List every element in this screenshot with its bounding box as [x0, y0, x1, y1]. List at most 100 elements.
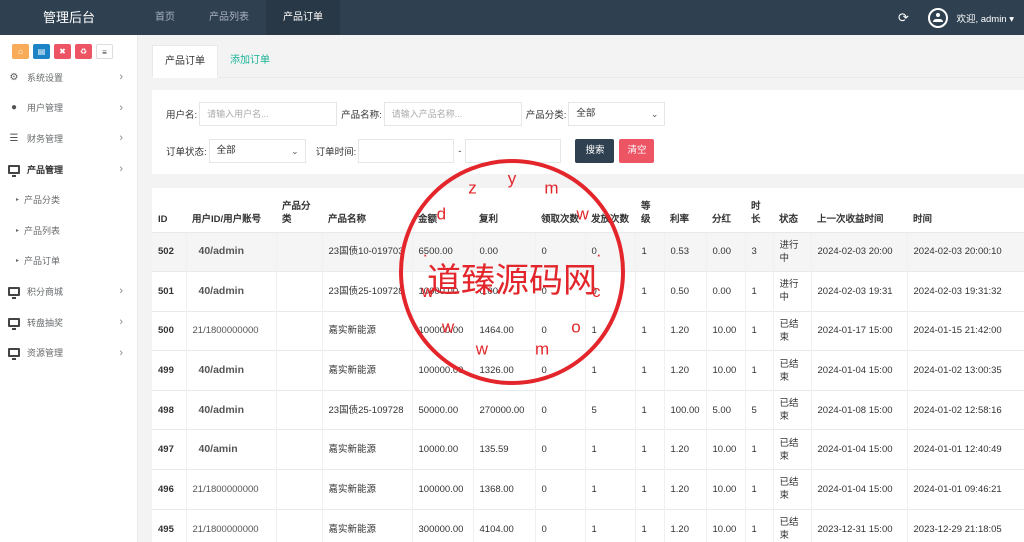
table-header-row: ID 用户ID/用户账号 产品分类 产品名称 金额 复利 领取次数 发放次数 等级 利率 分红 时长状…	[152, 188, 1024, 233]
sidebar-menu: ⚙ 系统设置 › ● 用户管理 › ☰ 财务管理 › 产品管理 › ▸ 产品分类…	[0, 62, 137, 368]
table-cell: 5	[585, 389, 636, 430]
table-row[interactable]: 502 40/admin 23国债10-019703 6500.00 0.00 0 0 1 0.…	[152, 231, 1024, 272]
table-cell: 21/1800000000	[186, 310, 277, 351]
column-header: 领取次数	[535, 188, 585, 233]
table-cell: 5	[745, 389, 774, 430]
category-select[interactable]: 全部 ⌄	[568, 102, 666, 126]
table-cell: 0.50	[664, 271, 707, 312]
table-row[interactable]: 498 40/admin 23国债25-109728 50000.00 270000.0…	[152, 389, 1024, 430]
table-cell: 1	[635, 271, 665, 312]
product-name-label: 产品名称:	[341, 110, 382, 121]
sidebar-item-resources[interactable]: 资源管理 ›	[0, 337, 137, 368]
table-cell	[276, 231, 323, 272]
table-cell: 270000.00	[473, 389, 536, 430]
database-icon: ☰	[9, 132, 19, 144]
clear-button[interactable]: 清空	[619, 139, 655, 163]
orders-table: ID 用户ID/用户账号 产品分类 产品名称 金额 复利 领取次数 发放次数 等级 利率 分红 时长状…	[152, 188, 1024, 542]
table-cell: 嘉实新能源	[322, 429, 413, 470]
table-cell: 1	[585, 429, 636, 470]
bullet-icon: ▸	[16, 197, 20, 204]
table-cell: 40/admin	[186, 271, 277, 312]
table-cell: 0	[535, 231, 586, 272]
username-input[interactable]: 请输入用户名...	[199, 102, 338, 126]
refresh-icon[interactable]: ⟳	[892, 10, 914, 26]
tab-add-order[interactable]: 添加订单	[218, 45, 282, 78]
column-header: ID	[152, 188, 186, 233]
sidebar-item-label: 产品订单	[24, 256, 61, 267]
nav-product-list[interactable]: 产品列表	[192, 0, 266, 35]
table-cell: 6500.00	[412, 231, 474, 272]
category-value: 全部	[576, 108, 596, 119]
table-cell: 进行中	[773, 231, 812, 272]
top-nav: 首页 产品列表 产品订单	[138, 0, 340, 35]
table-cell: 嘉实新能源	[322, 469, 413, 510]
recycle-icon[interactable]: ♻	[75, 43, 92, 59]
file-icon[interactable]: ▤	[33, 43, 50, 59]
sidebar-item-system-settings[interactable]: ⚙ 系统设置 ›	[0, 62, 137, 93]
tab-product-orders[interactable]: 产品订单	[152, 45, 218, 78]
table-cell: 1.20	[664, 350, 707, 391]
bullet-icon: ▸	[16, 227, 20, 234]
table-cell: 498	[152, 389, 187, 430]
table-row[interactable]: 495 21/1800000000 嘉实新能源 300000.00 4104.00 0 1 1…	[152, 508, 1024, 542]
user-icon: ●	[10, 102, 18, 114]
sidebar-item-label: 转盘抽奖	[27, 317, 64, 328]
sidebar-item-lucky-wheel[interactable]: 转盘抽奖 ›	[0, 307, 137, 338]
sidebar-item-product-orders[interactable]: ▸ 产品订单	[0, 246, 137, 277]
order-time-end-input[interactable]	[465, 139, 562, 163]
user-menu[interactable]: 欢迎, admin ▾	[956, 11, 1014, 25]
table-cell: 2023-12-31 15:00	[811, 508, 908, 542]
table-cell: 1.20	[664, 310, 707, 351]
table-row[interactable]: 500 21/1800000000 嘉实新能源 100000.00 1464.00 0 1 1…	[152, 310, 1024, 351]
bullet-icon: ▸	[16, 258, 20, 265]
table-cell: 2023-12-29 21:18:05	[907, 508, 1024, 542]
avatar[interactable]	[928, 7, 949, 28]
table-cell: 0	[535, 429, 586, 470]
table-cell: 2024-01-01 12:40:49	[907, 429, 1024, 470]
table-cell: 499	[152, 350, 187, 391]
order-status-select[interactable]: 全部 ⌄	[208, 139, 306, 163]
table-cell: 496	[152, 469, 187, 510]
sidebar-item-product-list[interactable]: ▸ 产品列表	[0, 215, 137, 246]
table-cell: 0	[535, 310, 586, 351]
table-row[interactable]: 497 40/amin 嘉实新能源 10000.00 135.59 0 1 1 1.20 10.0…	[152, 429, 1024, 470]
table-cell: 1	[585, 350, 636, 391]
sidebar-item-finance[interactable]: ☰ 财务管理 ›	[0, 123, 137, 154]
table-cell: 1	[585, 469, 636, 510]
list-icon[interactable]: ≡	[96, 43, 113, 59]
sidebar-item-product-category[interactable]: ▸ 产品分类	[0, 184, 137, 215]
table-cell: 2024-01-02 12:58:16	[907, 389, 1024, 430]
table-row[interactable]: 501 40/admin 23国债25-109728 10000.00 0.00 0 0 1 0…	[152, 271, 1024, 312]
table-cell: 0.00	[473, 271, 536, 312]
table-cell: 502	[152, 231, 187, 272]
product-name-input[interactable]: 请输入产品名称...	[383, 102, 522, 126]
column-header: 金额	[412, 188, 473, 233]
table-row[interactable]: 499 40/admin 嘉实新能源 100000.00 1326.00 0 1 1 1.20 1…	[152, 350, 1024, 391]
sidebar-item-points-mall[interactable]: 积分商城 ›	[0, 276, 137, 307]
orders-table-panel: ID 用户ID/用户账号 产品分类 产品名称 金额 复利 领取次数 发放次数 等级 利率 分红 时长状…	[152, 188, 1024, 542]
table-cell: 135.59	[473, 429, 536, 470]
nav-product-orders[interactable]: 产品订单	[266, 0, 340, 35]
trash-icon[interactable]: ✖	[54, 43, 71, 59]
table-cell: 501	[152, 271, 187, 312]
nav-home[interactable]: 首页	[138, 0, 192, 35]
table-cell: 3	[745, 231, 774, 272]
table-cell: 1	[635, 389, 665, 430]
column-header: 时间	[907, 188, 1024, 233]
monitor-icon	[8, 348, 20, 361]
table-row[interactable]: 496 21/1800000000 嘉实新能源 100000.00 1368.00 0 1 1…	[152, 469, 1024, 510]
home-icon[interactable]: ⌂	[12, 43, 29, 59]
order-time-start-input[interactable]	[358, 139, 455, 163]
table-cell: 2024-01-17 15:00	[811, 310, 908, 351]
search-button[interactable]: 搜索	[575, 139, 615, 163]
chevron-right-icon: ›	[119, 163, 123, 176]
table-cell: 0	[585, 271, 636, 312]
column-header: 分红	[706, 188, 745, 233]
sidebar-item-product-management[interactable]: 产品管理 ›	[0, 154, 137, 185]
table-cell: 嘉实新能源	[322, 310, 413, 351]
table-cell: 1	[745, 469, 774, 510]
column-header: 发放次数	[585, 188, 635, 233]
table-cell: 2024-01-08 15:00	[811, 389, 908, 430]
tab-bar: 产品订单 添加订单	[152, 45, 1024, 78]
sidebar-item-user-management[interactable]: ● 用户管理 ›	[0, 93, 137, 124]
